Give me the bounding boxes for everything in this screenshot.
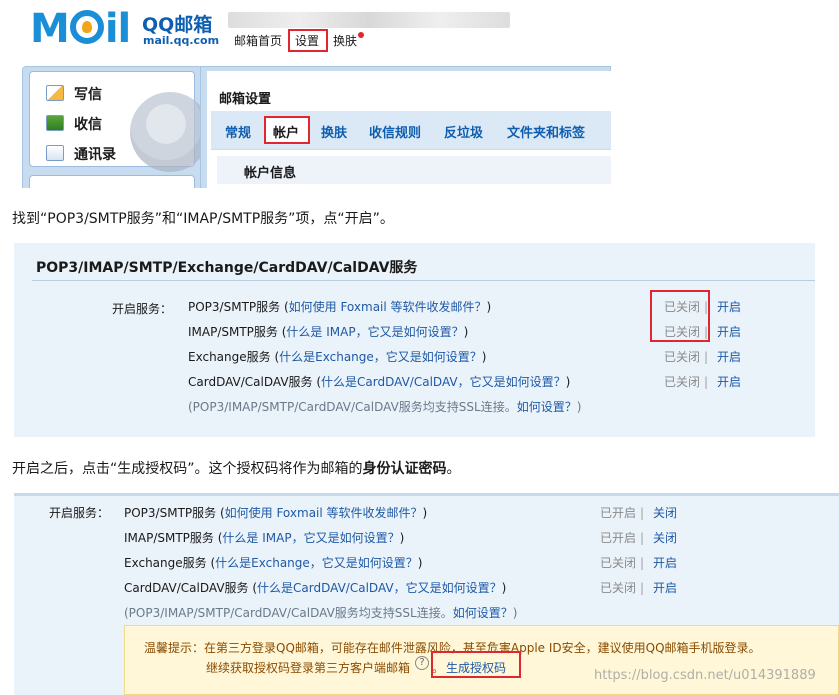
enable-services-label-2: 开启服务：	[49, 506, 110, 520]
caldav-enable-button[interactable]: 开启	[717, 373, 741, 390]
pop3-enable-button[interactable]: 开启	[717, 298, 741, 315]
exchange-status-2: 已关闭 |	[600, 556, 645, 570]
settings-highlight-box	[288, 29, 328, 52]
left-sidebar: 写信 收信 通讯录	[22, 66, 210, 188]
mail-logo: Mil	[30, 6, 131, 52]
tab-general[interactable]: 常规	[225, 122, 251, 141]
panel-top-strip	[14, 493, 839, 496]
service-row-pop3-2: POP3/SMTP服务 (如何使用 Foxmail 等软件收发邮件？)	[124, 506, 428, 520]
nav-skin[interactable]: 换肤	[333, 32, 357, 49]
service-row-exchange: Exchange服务 (什么是Exchange，它又是如何设置？)	[188, 350, 487, 364]
account-tab-highlight-box	[264, 116, 310, 144]
tab-skin[interactable]: 换肤	[321, 122, 347, 141]
service-row-exchange-2: Exchange服务 (什么是Exchange，它又是如何设置？)	[124, 556, 423, 570]
caldav-help-link[interactable]: 什么是CardDAV/CalDAV，它又是如何设置？	[321, 375, 566, 389]
service-row-imap: IMAP/SMTP服务 (什么是 IMAP，它又是如何设置？)	[188, 325, 469, 339]
instruction-step2: 开启之后，点击“生成授权码”。这个授权码将作为邮箱的身份认证密码。	[12, 461, 461, 477]
imap-help-link[interactable]: 什么是 IMAP，它又是如何设置？	[286, 325, 463, 339]
sidebar-item-write[interactable]: 写信	[46, 84, 102, 104]
csdn-watermark: https://blog.csdn.net/u014391889	[594, 668, 816, 683]
imap-help-link-2[interactable]: 什么是 IMAP，它又是如何设置？	[222, 531, 399, 545]
folders-card	[29, 175, 195, 188]
contacts-icon	[46, 145, 64, 161]
services-after-panel: 开启服务： POP3/SMTP服务 (如何使用 Foxmail 等软件收发邮件？…	[14, 493, 839, 695]
generate-highlight-box	[431, 651, 521, 678]
settings-title: 邮箱设置	[219, 92, 272, 107]
help-circle-icon[interactable]: ?	[415, 656, 429, 670]
brand-name: QQ邮箱	[142, 14, 213, 36]
imap-status-2: 已开启 |	[600, 531, 645, 545]
services-before-panel: POP3/IMAP/SMTP/Exchange/CardDAV/CalDAV服务…	[14, 243, 815, 437]
account-info-title: 帐户信息	[244, 166, 297, 181]
pop3-help-link-2[interactable]: 如何使用 Foxmail 等软件收发邮件？	[225, 506, 423, 520]
nav-mail-home[interactable]: 邮箱首页	[234, 32, 282, 49]
imap-enable-button[interactable]: 开启	[717, 323, 741, 340]
instruction-step1: 找到“POP3/SMTP服务”和“IMAP/SMTP服务”项，点“开启”。	[12, 211, 394, 227]
imap-disable-button[interactable]: 关闭	[653, 529, 677, 546]
enable-services-label: 开启服务：	[112, 302, 173, 316]
title-divider	[32, 280, 815, 281]
ssl-note-2: (POP3/IMAP/SMTP/CardDAV/CalDAV服务均支持SSL连接…	[124, 606, 518, 620]
caldav-status-2: 已关闭 |	[600, 581, 645, 595]
new-dot-icon	[358, 32, 364, 38]
tab-folders-labels[interactable]: 文件夹和标签	[507, 122, 585, 141]
closed-status-highlight-box	[650, 290, 710, 342]
pop3-disable-button[interactable]: 关闭	[653, 504, 677, 521]
caldav-help-link-2[interactable]: 什么是CardDAV/CalDAV，它又是如何设置？	[257, 581, 502, 595]
service-row-caldav-2: CardDAV/CalDAV服务 (什么是CardDAV/CalDAV，它又是如…	[124, 581, 507, 595]
qq-mail-settings-screenshot: Mil QQ邮箱 mail.qq.com 邮箱首页 设置 换肤 写信 收信 通讯…	[0, 0, 611, 188]
tab-anti-spam[interactable]: 反垃圾	[444, 122, 483, 141]
blurred-account-name	[228, 12, 510, 28]
pop3-help-link[interactable]: 如何使用 Foxmail 等软件收发邮件？	[289, 300, 487, 314]
sidebar-item-inbox[interactable]: 收信	[46, 114, 102, 134]
quick-actions-card: 写信 收信 通讯录	[29, 71, 210, 172]
services-title: POP3/IMAP/SMTP/Exchange/CardDAV/CalDAV服务	[36, 260, 418, 276]
exchange-help-link[interactable]: 什么是Exchange，它又是如何设置？	[279, 350, 482, 364]
caldav-status: 已关闭 |	[664, 375, 709, 389]
sidebar-item-contacts[interactable]: 通讯录	[46, 144, 116, 164]
service-row-imap-2: IMAP/SMTP服务 (什么是 IMAP，它又是如何设置？)	[124, 531, 405, 545]
ssl-howto-link[interactable]: 如何设置？	[517, 400, 577, 414]
tab-mail-rules[interactable]: 收信规则	[369, 122, 421, 141]
penguin-watermark-icon	[130, 92, 210, 172]
exchange-enable-button[interactable]: 开启	[717, 348, 741, 365]
service-row-pop3: POP3/SMTP服务 (如何使用 Foxmail 等软件收发邮件？)	[188, 300, 492, 314]
pop3-status-2: 已开启 |	[600, 506, 645, 520]
bell-logo-icon	[69, 10, 104, 44]
service-row-caldav: CardDAV/CalDAV服务 (什么是CardDAV/CalDAV，它又是如…	[188, 375, 571, 389]
exchange-enable-button-2[interactable]: 开启	[653, 554, 677, 571]
exchange-help-link-2[interactable]: 什么是Exchange，它又是如何设置？	[215, 556, 418, 570]
ssl-howto-link-2[interactable]: 如何设置？	[453, 606, 513, 620]
brand-url: mail.qq.com	[143, 34, 220, 47]
caldav-enable-button-2[interactable]: 开启	[653, 579, 677, 596]
write-icon	[46, 85, 64, 101]
ssl-note: (POP3/IMAP/SMTP/CardDAV/CalDAV服务均支持SSL连接…	[188, 400, 582, 414]
exchange-status: 已关闭 |	[664, 350, 709, 364]
inbox-icon	[46, 115, 64, 131]
tip-line-2: 继续获取授权码登录第三方客户端邮箱	[206, 661, 411, 675]
